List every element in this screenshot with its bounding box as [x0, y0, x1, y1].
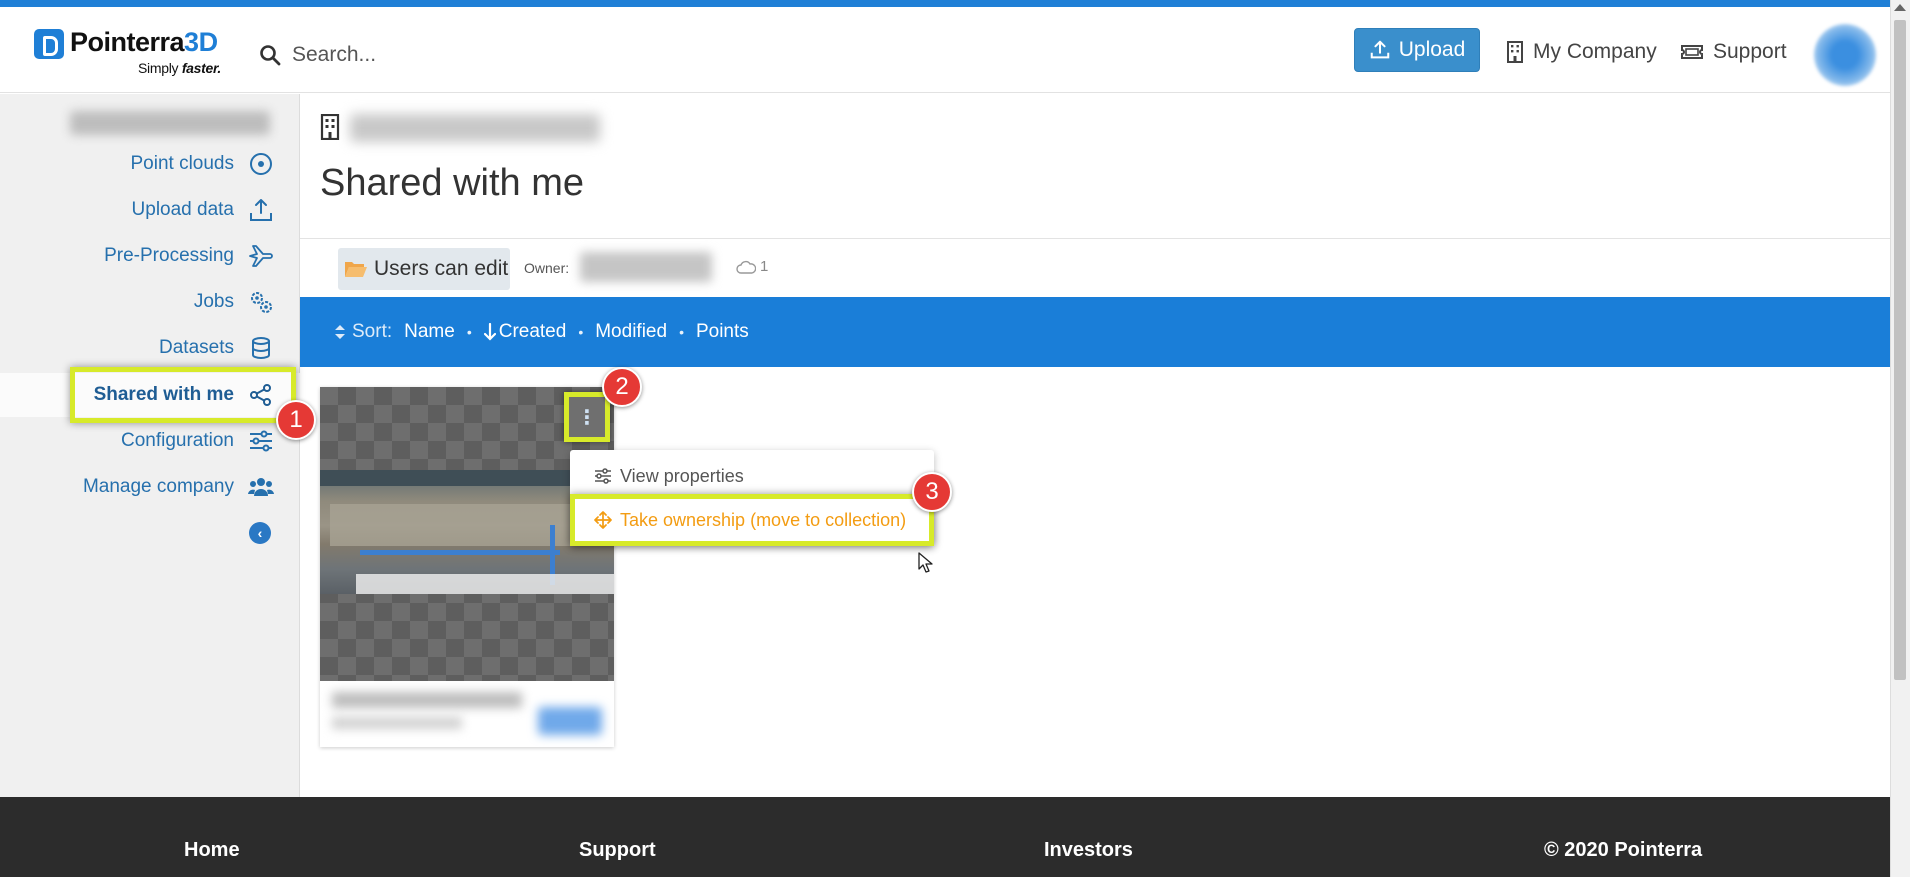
search-icon — [260, 45, 281, 66]
menu-item-take-ownership[interactable]: Take ownership (move to collection) — [594, 506, 906, 534]
sort-separator: • — [466, 324, 472, 340]
sliders-icon — [595, 468, 611, 484]
logo-tagline: Simply faster. — [138, 60, 221, 76]
sidebar-item-label: Configuration — [120, 430, 234, 451]
owner-name-redacted — [580, 252, 712, 282]
cloud-count: 1 — [736, 258, 768, 275]
scroll-up-arrow-icon[interactable] — [1894, 4, 1906, 11]
search-bar[interactable] — [258, 37, 558, 73]
sort-bar: Sort: Name • Created • Modified • Points — [300, 297, 1890, 367]
sort-label: Sort: — [334, 321, 392, 343]
cloud-count-value: 1 — [760, 258, 769, 275]
card-title-redacted — [332, 692, 522, 708]
support-label: Support — [1713, 40, 1787, 63]
card-options-button[interactable]: ⋮ — [564, 392, 610, 442]
my-company-link[interactable]: My Company — [1506, 36, 1657, 68]
upload-icon — [250, 199, 272, 221]
ticket-icon — [1681, 45, 1703, 59]
site-footer: Home Support Investors © 2020 Pointerra — [0, 797, 1890, 877]
step-badge-2: 2 — [602, 367, 642, 407]
logo-text: Pointerra3D — [70, 27, 218, 57]
shared-with-me-highlight — [70, 367, 296, 423]
folder-label: Users can edit — [374, 257, 509, 280]
sidebar-item-upload-data[interactable]: Upload data — [0, 188, 300, 232]
footer-home-heading[interactable]: Home — [184, 839, 240, 862]
upload-icon — [1370, 40, 1389, 59]
move-arrows-icon — [594, 511, 612, 529]
sidebar-item-pre-processing[interactable]: Pre-Processing — [0, 234, 300, 278]
my-company-label: My Company — [1533, 40, 1657, 63]
sort-option-points[interactable]: Points — [696, 321, 749, 343]
plane-icon — [249, 245, 273, 267]
sidebar-item-label: Point clouds — [130, 153, 234, 174]
collapse-sidebar-button[interactable]: ‹ — [249, 522, 271, 544]
sort-option-created[interactable]: Created — [483, 321, 566, 343]
sort-option-modified[interactable]: Modified — [595, 321, 667, 343]
sidebar-item-label: Manage company — [82, 476, 234, 497]
support-link[interactable]: Support — [1680, 36, 1787, 68]
sort-separator: • — [578, 324, 584, 340]
step-badge-3: 3 — [912, 472, 952, 512]
database-icon — [252, 337, 270, 359]
footer-support-heading[interactable]: Support — [579, 839, 656, 862]
sidebar-item-jobs[interactable]: Jobs — [0, 280, 300, 324]
gears-icon — [251, 292, 272, 313]
top-accent-stripe — [0, 0, 1910, 7]
sidebar-item-label: Pre-Processing — [104, 245, 234, 266]
sort-separator: • — [679, 324, 684, 340]
mouse-cursor-icon — [918, 552, 933, 573]
target-icon — [250, 153, 272, 175]
collection-folder-chip[interactable]: Users can edit — [338, 248, 510, 290]
users-icon — [248, 478, 274, 496]
sidebar-item-label: Jobs — [193, 291, 234, 312]
sidebar-item-label: Datasets — [159, 337, 234, 358]
building-icon — [1507, 41, 1523, 63]
menu-item-view-properties[interactable]: View properties — [594, 462, 744, 490]
top-header: Pointerra3D Simply faster. Upload My Com… — [0, 7, 1890, 93]
sidebar-item-label: Upload data — [131, 199, 234, 220]
building-icon — [320, 114, 340, 140]
owner-label: Owner: — [524, 260, 570, 276]
folder-open-icon — [345, 262, 367, 277]
company-name-redacted — [70, 111, 270, 135]
sliders-icon — [250, 430, 272, 452]
page-title: Shared with me — [320, 162, 585, 204]
sidebar: Point clouds Upload data Pre-Processing … — [0, 94, 316, 797]
sort-icon — [335, 325, 345, 339]
upload-button-label: Upload — [1398, 38, 1466, 61]
menu-item-label: Take ownership (move to collection) — [620, 509, 907, 530]
scrollbar-thumb[interactable] — [1894, 20, 1906, 680]
card-action-redacted[interactable] — [538, 707, 602, 735]
sidebar-item-datasets[interactable]: Datasets — [0, 326, 300, 370]
sidebar-item-manage-company[interactable]: Manage company — [0, 465, 300, 509]
sidebar-item-point-clouds[interactable]: Point clouds — [0, 142, 300, 186]
search-input[interactable] — [292, 43, 532, 67]
footer-copyright: © 2020 Pointerra — [1544, 839, 1703, 861]
cloud-icon — [736, 260, 756, 274]
menu-item-label: View properties — [620, 465, 744, 486]
card-subtitle-redacted — [332, 717, 462, 729]
footer-investors-heading[interactable]: Investors — [1044, 839, 1133, 862]
sidebar-item-configuration[interactable]: Configuration — [0, 419, 300, 463]
user-avatar[interactable] — [1814, 24, 1876, 86]
logo-mark-icon — [34, 29, 64, 59]
company-breadcrumb-redacted — [350, 114, 600, 142]
sort-option-name[interactable]: Name — [404, 321, 455, 343]
title-divider — [300, 238, 1890, 239]
main-content: Shared with me Users can edit Owner: 1 S… — [300, 94, 1890, 797]
arrow-down-icon — [483, 323, 496, 341]
pointerra-logo[interactable]: Pointerra3D Simply faster. — [34, 27, 234, 81]
card-context-menu: View properties Take ownership (move to … — [570, 450, 934, 546]
upload-button[interactable]: Upload — [1354, 28, 1480, 72]
